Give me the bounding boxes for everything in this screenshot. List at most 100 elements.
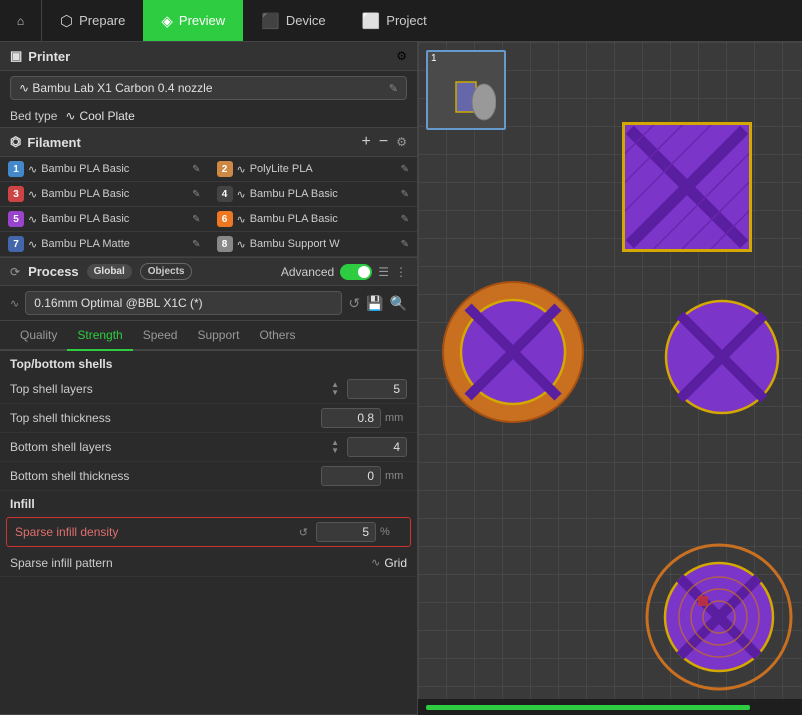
filament-num-6: 6 (217, 211, 233, 227)
sparse-infill-pattern-display[interactable]: Grid (384, 556, 407, 570)
filament-edit-4[interactable]: ✎ (401, 189, 409, 200)
bottom-shell-thickness-label: Bottom shell thickness (10, 469, 321, 483)
more-options-icon[interactable]: ⋮ (395, 265, 407, 279)
bed-type-row: Bed type ∿ Cool Plate (0, 105, 417, 127)
tab-support[interactable]: Support (187, 321, 249, 351)
thumbnail-panel[interactable]: 1 (426, 50, 506, 130)
printer-settings-icon[interactable]: ⚙ (396, 49, 407, 63)
bottom-shell-layers-label: Bottom shell layers (10, 440, 329, 454)
tab-quality[interactable]: Quality (10, 321, 67, 351)
filament-name-4: Bambu PLA Basic (250, 188, 397, 200)
profile-select[interactable]: 0.16mm Optimal @BBL X1C (*) (25, 291, 342, 315)
printer-icon: ▣ (10, 48, 22, 64)
filament-grid: 1 ∿ Bambu PLA Basic ✎ 2 ∿ PolyLite PLA ✎… (0, 157, 417, 257)
circle-medium-svg (662, 297, 782, 417)
bottom-shell-layers-input[interactable] (347, 437, 407, 457)
infill-density-reset-icon[interactable]: ↺ (299, 526, 308, 539)
filament-edit-6[interactable]: ✎ (401, 214, 409, 225)
filament-item-8: 8 ∿ Bambu Support W ✎ (209, 232, 418, 257)
filament-num-1: 1 (8, 161, 24, 177)
tab-strength[interactable]: Strength (67, 321, 132, 351)
badge-objects[interactable]: Objects (140, 263, 193, 280)
filament-add-button[interactable]: + (362, 133, 371, 151)
filament-title: ⏣ Filament (10, 134, 81, 150)
circle-outer-svg (438, 277, 588, 427)
filament-name-8: Bambu Support W (250, 238, 397, 250)
tab-device-label: Device (286, 13, 326, 28)
advanced-label: Advanced (281, 265, 334, 279)
printer-section: ▣ Printer ⚙ ∿ Bambu Lab X1 Carbon 0.4 no… (0, 42, 417, 128)
canvas-content: 1 (418, 42, 802, 715)
printer-header: ▣ Printer ⚙ (0, 42, 417, 71)
bed-value[interactable]: ∿ Cool Plate (65, 109, 134, 123)
tab-project-label: Project (386, 13, 426, 28)
bottom-shell-layers-spinners: ▲ ▼ (329, 439, 341, 455)
topbottom-shells-title: Top/bottom shells (0, 351, 417, 375)
sparse-infill-density-label: Sparse infill density (15, 525, 299, 539)
filament-edit-8[interactable]: ✎ (401, 239, 409, 250)
filament-item-5: 5 ∿ Bambu PLA Basic ✎ (0, 207, 209, 232)
tab-device[interactable]: ⬛ Device (243, 0, 343, 41)
thumb-number: 1 (428, 52, 504, 65)
bottom-shell-layers-down[interactable]: ▼ (329, 447, 341, 455)
filament-remove-button[interactable]: − (379, 133, 388, 151)
settings-content: Top/bottom shells Top shell layers ▲ ▼ T… (0, 351, 417, 714)
home-button[interactable]: ⌂ (0, 0, 42, 41)
filament-name-2: PolyLite PLA (250, 163, 397, 175)
preview-icon: ◈ (161, 12, 173, 30)
filament-icon: ⏣ (10, 134, 21, 150)
filament-controls: + − ⚙ (362, 133, 407, 151)
infill-title: Infill (0, 491, 417, 515)
tab-project[interactable]: ⬜ Project (344, 0, 445, 41)
top-navigation: ⌂ ⬡ Prepare ◈ Preview ⬛ Device ⬜ Project (0, 0, 802, 42)
top-shell-layers-value: ▲ ▼ (329, 379, 407, 399)
tab-preview[interactable]: ◈ Preview (143, 0, 243, 41)
profile-reset-icon[interactable]: ↺ (348, 295, 360, 312)
profile-search-icon[interactable]: 🔍 (390, 295, 407, 312)
tab-preview-label: Preview (179, 13, 225, 28)
main-layout: ▣ Printer ⚙ ∿ Bambu Lab X1 Carbon 0.4 no… (0, 42, 802, 715)
filament-edit-5[interactable]: ✎ (192, 214, 200, 225)
filament-num-3: 3 (8, 186, 24, 202)
top-shell-layers-down[interactable]: ▼ (329, 389, 341, 397)
tab-prepare-label: Prepare (79, 13, 125, 28)
top-shell-layers-input[interactable] (347, 379, 407, 399)
bed-type-label: Bed type (10, 109, 57, 123)
profile-save-icon[interactable]: 💾 (366, 295, 383, 312)
tab-prepare[interactable]: ⬡ Prepare (42, 0, 143, 41)
profile-chevron-icon: ∿ (10, 297, 19, 310)
print-object-circle-outer (438, 277, 588, 427)
printer-edit-icon[interactable]: ✎ (389, 82, 398, 95)
badge-global[interactable]: Global (87, 264, 132, 279)
bottom-shell-layers-value: ▲ ▼ (329, 437, 407, 457)
process-section: ⟳ Process Global Objects Advanced ☰ ⋮ ∿ … (0, 258, 417, 715)
filament-edit-1[interactable]: ✎ (192, 164, 200, 175)
filament-edit-7[interactable]: ✎ (192, 239, 200, 250)
pattern-chevron-icon: ∿ (371, 556, 380, 569)
filament-settings-icon[interactable]: ⚙ (396, 135, 407, 149)
printer-name-display[interactable]: ∿ Bambu Lab X1 Carbon 0.4 nozzle ✎ (10, 76, 407, 100)
list-view-icon[interactable]: ☰ (378, 265, 389, 279)
thumb-inner (428, 65, 504, 128)
top-shell-layers-row: Top shell layers ▲ ▼ (0, 375, 417, 404)
progress-indicator (426, 705, 750, 710)
sparse-infill-density-row: Sparse infill density ↺ % (6, 517, 411, 547)
tab-others[interactable]: Others (249, 321, 305, 351)
print-object-circle-medium (662, 297, 782, 417)
tab-speed[interactable]: Speed (133, 321, 188, 351)
advanced-toggle[interactable] (340, 264, 372, 280)
filament-edit-3[interactable]: ✎ (192, 189, 200, 200)
sparse-infill-pattern-value: ∿ Grid (371, 556, 407, 570)
bottom-shell-thickness-row: Bottom shell thickness mm (0, 462, 417, 491)
sparse-infill-density-input[interactable] (316, 522, 376, 542)
home-icon: ⌂ (17, 14, 24, 28)
top-shell-thickness-row: Top shell thickness mm (0, 404, 417, 433)
filament-item-2: 2 ∿ PolyLite PLA ✎ (209, 157, 418, 182)
top-shell-thickness-input[interactable] (321, 408, 381, 428)
filament-edit-2[interactable]: ✎ (401, 164, 409, 175)
filament-name-6: Bambu PLA Basic (250, 213, 397, 225)
bottom-shell-thickness-input[interactable] (321, 466, 381, 486)
filament-name-1: Bambu PLA Basic (41, 163, 188, 175)
filament-num-7: 7 (8, 236, 24, 252)
top-shell-thickness-value: mm (321, 408, 407, 428)
